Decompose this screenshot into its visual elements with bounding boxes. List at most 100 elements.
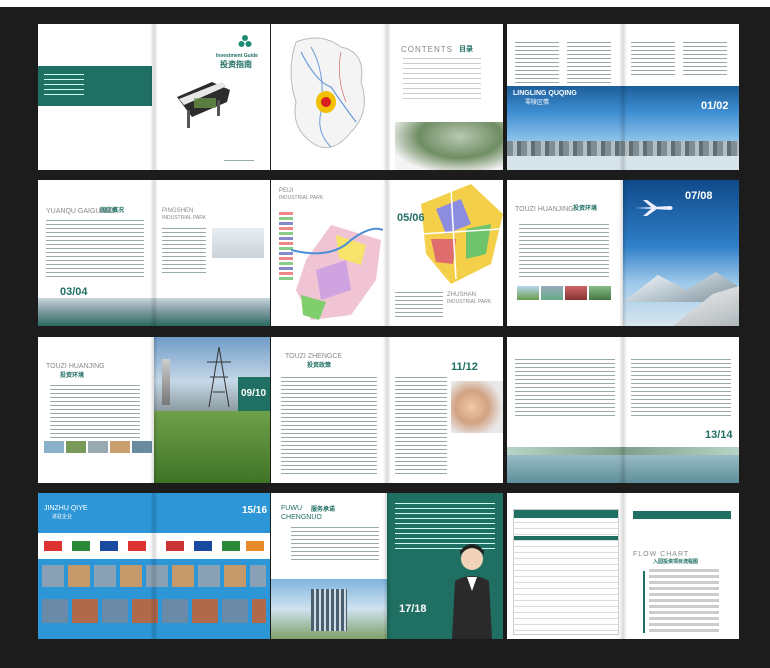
data-table	[513, 509, 619, 635]
spread-service-promise[interactable]: FUWU CHENGNUO 服务承诺 17/18	[271, 493, 503, 639]
promise-body-text	[291, 527, 379, 563]
flow-steps	[649, 569, 719, 635]
flow-chart-page: FLOW CHART 入园投资项目流程图	[623, 493, 739, 639]
services-right-text	[631, 359, 731, 419]
spine-shadow	[383, 337, 391, 483]
env2-title: TOUZI HUANJING	[46, 363, 105, 370]
policy-title: TOUZI ZHENGCE	[285, 353, 343, 360]
overview-body-text	[46, 220, 144, 280]
office-tower	[311, 589, 347, 631]
spine-shadow	[150, 493, 158, 639]
peiji-subtitle: INDUSTRIAL PARK	[279, 195, 324, 201]
district-title: LINGLING QUQING	[513, 90, 577, 97]
contents-title-cn: 目录	[459, 46, 473, 53]
spine-shadow	[383, 493, 391, 639]
flow-chart-title-cn: 入园投资项目流程图	[653, 559, 699, 565]
mountain-photo	[395, 122, 503, 170]
cover-title: 投资指南	[220, 60, 252, 69]
handshake-photo	[451, 381, 503, 433]
env-title: TOUZI HUANJING	[515, 206, 574, 213]
spread-contents[interactable]: CONTENTS 目录	[271, 24, 503, 170]
page-number: 01/02	[701, 100, 729, 112]
env2-text-page: TOUZI HUANJING 投资环境	[38, 337, 154, 483]
top-border	[0, 0, 770, 7]
transport-photo-page: 07/08	[623, 180, 739, 326]
env-body-text	[519, 224, 609, 280]
investment-guide-label: Investment Guide	[216, 53, 258, 59]
spine-shadow	[619, 180, 627, 326]
peiji-zoning-map-icon	[291, 225, 383, 320]
policy-body-text	[281, 377, 377, 477]
page-number: 17/18	[399, 603, 427, 615]
spine-shadow	[383, 24, 391, 170]
zhushan-title: ZHUSHAN	[447, 292, 477, 298]
flow-header-bar	[633, 511, 731, 519]
spread-environment-2[interactable]: TOUZI HUANJING 投资环境 09/10	[38, 337, 270, 483]
promise-left-page: FUWU CHENGNUO 服务承诺	[271, 493, 387, 639]
piano-icon	[177, 82, 230, 128]
env-thumb-1	[517, 286, 539, 300]
cover-footer-text	[224, 160, 254, 163]
cover-band	[38, 66, 152, 106]
power-pylon-icon	[207, 347, 231, 407]
env2-thumb-1	[44, 441, 64, 453]
spine-shadow	[150, 180, 158, 326]
spine-shadow	[619, 24, 627, 170]
spread-district[interactable]: LINGLING QUQING 零陵区情 01/02	[507, 24, 739, 170]
environment-text-page: TOUZI HUANJING 投资环境	[507, 180, 623, 326]
spine-shadow	[619, 493, 627, 639]
spread-environment[interactable]: TOUZI HUANJING 投资环境 07/08	[507, 180, 739, 326]
logo-2	[72, 541, 90, 551]
spread-policy[interactable]: TOUZI ZHENGCE 投资政策 11/12	[271, 337, 503, 483]
contents-list	[403, 58, 481, 100]
spread-park-maps[interactable]: PEIJI INDUSTRIAL PARK 05/06 ZHUSHAN INDU…	[271, 180, 503, 326]
policy-left-page: TOUZI ZHENGCE 投资政策	[271, 337, 387, 483]
zhushan-subtitle: INDUSTRIAL PARK	[447, 299, 492, 305]
logo-5	[166, 541, 184, 551]
spread-cover[interactable]: Investment Guide 投资指南	[38, 24, 270, 170]
policy-right-text	[395, 377, 447, 475]
logo-6	[194, 541, 212, 551]
page-number: 13/14	[705, 429, 733, 441]
district-text-col-4	[683, 42, 727, 78]
district-subtitle: 零陵区情	[525, 100, 550, 106]
call-center-agent-icon	[452, 544, 492, 639]
park-trees-photo	[154, 411, 270, 483]
logo-4	[128, 541, 146, 551]
logo-1	[44, 541, 62, 551]
spread-enterprises[interactable]: JINZHU QIYE 进驻企业 15/16	[38, 493, 270, 639]
table-page	[507, 493, 623, 639]
page-number: 03/04	[60, 286, 88, 298]
spread-flow-chart[interactable]: FLOW CHART 入园投资项目流程图	[507, 493, 739, 639]
spread-park-overview[interactable]: YUANQU GAIGUANG 园区概况 03/04 PINGSHEN INDU…	[38, 180, 270, 326]
env-thumb-4	[589, 286, 611, 300]
page-number: 15/16	[242, 505, 268, 516]
spread-services[interactable]: 13/14	[507, 337, 739, 483]
district-text-col-3	[631, 42, 675, 78]
spine-shadow	[150, 337, 158, 483]
env2-thumb-3	[88, 441, 108, 453]
band-text-lines	[44, 74, 84, 96]
peiji-map-page: PEIJI INDUSTRIAL PARK	[271, 180, 387, 326]
park-title: PINGSHEN	[162, 208, 194, 214]
env2-title-cn: 投资环境	[60, 373, 85, 379]
park-body-text	[162, 228, 206, 276]
logo-3	[100, 541, 118, 551]
enterprises-title: JINZHU QIYE	[44, 505, 88, 512]
page-number: 07/08	[685, 190, 713, 202]
office-building-photo	[271, 579, 387, 639]
district-text-col-2	[567, 42, 611, 86]
cover-back-page	[38, 24, 154, 170]
airplane-icon	[635, 200, 673, 216]
district-text-col-1	[515, 42, 559, 86]
promise-title-cn: 服务承诺	[311, 507, 336, 513]
promise-title: FUWU	[281, 505, 302, 512]
spine-shadow	[383, 180, 391, 326]
spine-shadow	[619, 337, 627, 483]
page-number: 09/10	[241, 388, 267, 399]
contents-page: CONTENTS 目录	[387, 24, 503, 170]
logo-icon	[238, 34, 252, 48]
spine-shadow	[150, 24, 158, 170]
logo-7	[222, 541, 240, 551]
env-title-cn: 投资环境	[573, 206, 598, 212]
